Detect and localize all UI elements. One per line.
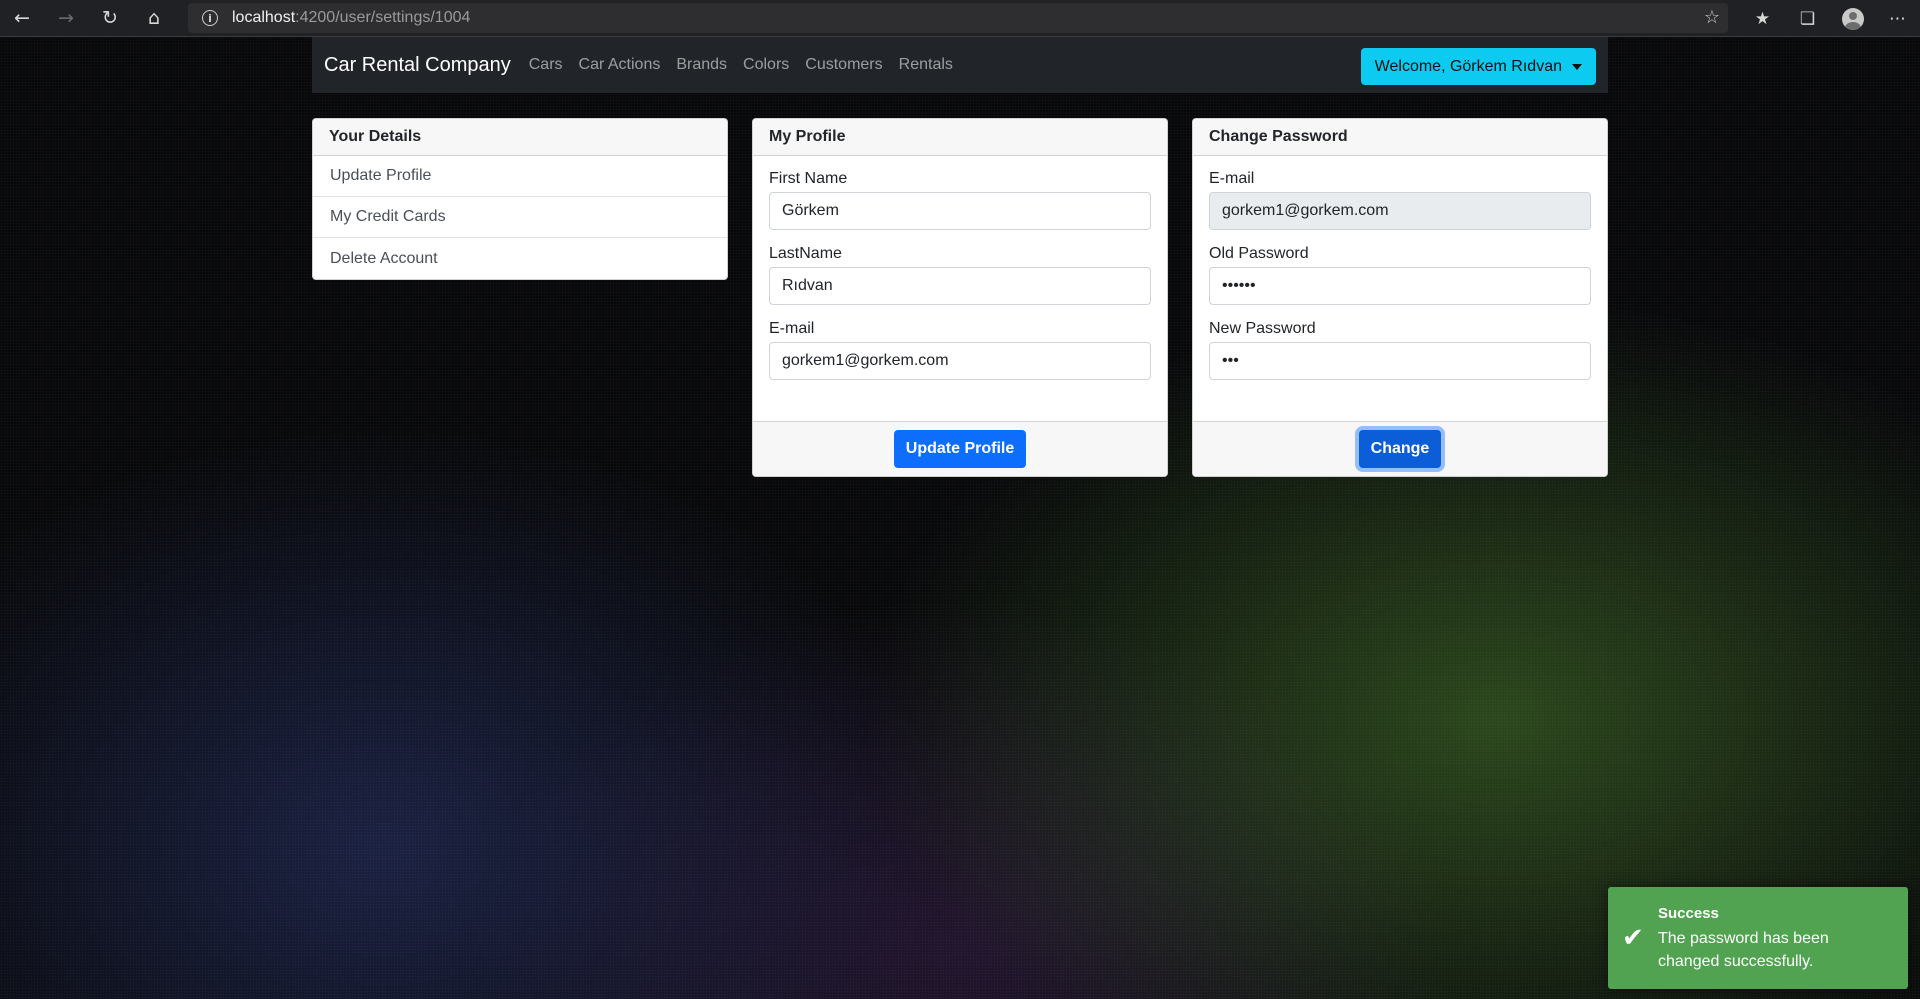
first-name-label: First Name: [769, 170, 848, 187]
url-host: localhost: [232, 9, 296, 26]
favorites-icon[interactable]: ★: [1740, 0, 1785, 37]
nav-colors[interactable]: Colors: [735, 56, 797, 74]
new-password-input[interactable]: [1209, 342, 1591, 380]
caret-down-icon: [1572, 63, 1582, 70]
password-email-input[interactable]: [1209, 192, 1591, 230]
nav-cars[interactable]: Cars: [521, 56, 571, 74]
details-card: Your Details Update Profile My Credit Ca…: [312, 118, 728, 280]
menu-update-profile[interactable]: Update Profile: [313, 156, 727, 197]
password-card-footer: Change: [1193, 421, 1607, 476]
password-email-label: E-mail: [1209, 170, 1255, 187]
profile-icon[interactable]: [1830, 0, 1875, 37]
old-password-input[interactable]: [1209, 267, 1591, 305]
details-card-title: Your Details: [313, 119, 727, 156]
profile-card: My Profile First Name LastName E-mail Up…: [752, 118, 1168, 477]
url-path: :4200/user/settings/1004: [295, 9, 471, 26]
add-favorite-icon[interactable]: ☆: [1704, 7, 1720, 28]
first-name-input[interactable]: [769, 192, 1151, 230]
nav-rentals[interactable]: Rentals: [891, 56, 961, 74]
checkmark-icon: ✔: [1622, 923, 1644, 953]
user-dropdown-button[interactable]: Welcome, Görkem Rıdvan: [1360, 48, 1596, 85]
welcome-label: Welcome, Görkem Rıdvan: [1374, 57, 1562, 75]
old-password-label: Old Password: [1209, 245, 1309, 262]
nav-customers[interactable]: Customers: [797, 56, 890, 74]
success-toast[interactable]: ✔ Success The password has been changed …: [1608, 887, 1908, 989]
collections-icon[interactable]: ❏: [1785, 0, 1830, 37]
profile-email-input[interactable]: [769, 342, 1151, 380]
profile-card-footer: Update Profile: [753, 421, 1167, 476]
menu-delete-account[interactable]: Delete Account: [313, 238, 727, 279]
site-info-icon[interactable]: i: [202, 10, 218, 26]
profile-card-title: My Profile: [753, 119, 1167, 156]
nav-brands[interactable]: Brands: [668, 56, 735, 74]
nav-car-actions[interactable]: Car Actions: [571, 56, 669, 74]
password-card-title: Change Password: [1193, 119, 1607, 156]
forward-icon[interactable]: →: [44, 0, 88, 37]
change-password-button[interactable]: Change: [1358, 430, 1442, 468]
password-card: Change Password E-mail Old Password New …: [1192, 118, 1608, 477]
more-menu-icon[interactable]: ⋯: [1875, 0, 1920, 37]
menu-my-credit-cards[interactable]: My Credit Cards: [313, 197, 727, 238]
address-bar[interactable]: i localhost:4200/user/settings/1004 ☆: [188, 3, 1728, 33]
profile-email-label: E-mail: [769, 320, 815, 337]
app-navbar: Car Rental Company Cars Car Actions Bran…: [312, 37, 1608, 93]
brand-link[interactable]: Car Rental Company: [324, 54, 511, 77]
update-profile-button[interactable]: Update Profile: [893, 430, 1027, 468]
new-password-label: New Password: [1209, 320, 1316, 337]
home-icon[interactable]: ⌂: [132, 0, 176, 37]
back-icon[interactable]: ←: [0, 0, 44, 37]
reload-icon[interactable]: ↻: [88, 0, 132, 37]
toast-title: Success: [1658, 905, 1719, 922]
last-name-label: LastName: [769, 245, 842, 262]
last-name-input[interactable]: [769, 267, 1151, 305]
browser-toolbar: ← → ↻ ⌂ i localhost:4200/user/settings/1…: [0, 0, 1920, 37]
toast-message: The password has been changed successful…: [1658, 930, 1829, 970]
